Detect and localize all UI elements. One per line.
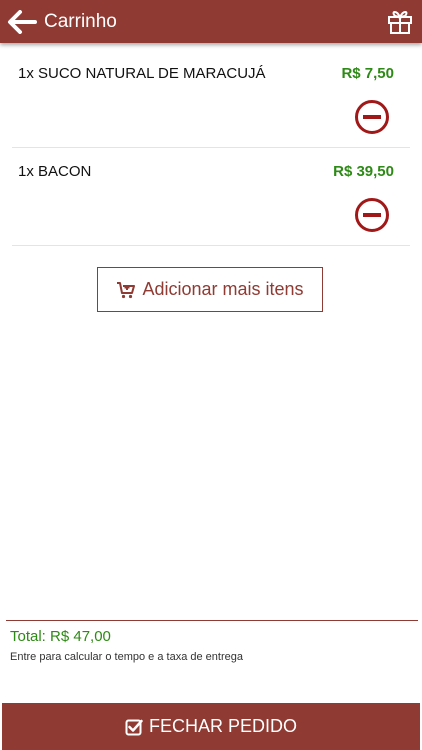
checkout-label: FECHAR PEDIDO [148, 716, 298, 736]
item-name: 1x SUCO NATURAL DE MARACUJÁ [18, 65, 266, 82]
cart-item-list: 1x SUCO NATURAL DE MARACUJÁ R$ 7,50 1x B… [12, 50, 410, 246]
divider [6, 620, 418, 621]
cart-item: 1x BACON R$ 39,50 [12, 148, 410, 246]
remove-item-button[interactable] [354, 197, 390, 233]
delivery-note: Entre para calcular o tempo e a taxa de … [10, 651, 243, 663]
back-button[interactable] [6, 8, 38, 36]
add-more-items-button[interactable]: Adicionar mais itens [97, 267, 323, 312]
item-price: R$ 7,50 [341, 65, 394, 82]
page-title: Carrinho [44, 11, 117, 32]
remove-item-button[interactable] [354, 99, 390, 135]
app-header: Carrinho [0, 0, 422, 43]
remove-circle-icon [355, 100, 389, 134]
cart-plus-icon [117, 281, 136, 298]
check-square-icon [125, 719, 143, 735]
item-price: R$ 39,50 [333, 163, 394, 180]
item-name: 1x BACON [18, 163, 92, 180]
gift-icon [388, 11, 412, 34]
gift-button[interactable] [386, 7, 414, 35]
remove-circle-icon [355, 198, 389, 232]
add-more-label: Adicionar mais itens [142, 279, 304, 299]
arrow-left-icon [8, 10, 37, 34]
cart-item: 1x SUCO NATURAL DE MARACUJÁ R$ 7,50 [12, 50, 410, 148]
checkout-button[interactable]: FECHAR PEDIDO [2, 703, 420, 750]
cart-total: Total: R$ 47,00 [10, 628, 111, 645]
